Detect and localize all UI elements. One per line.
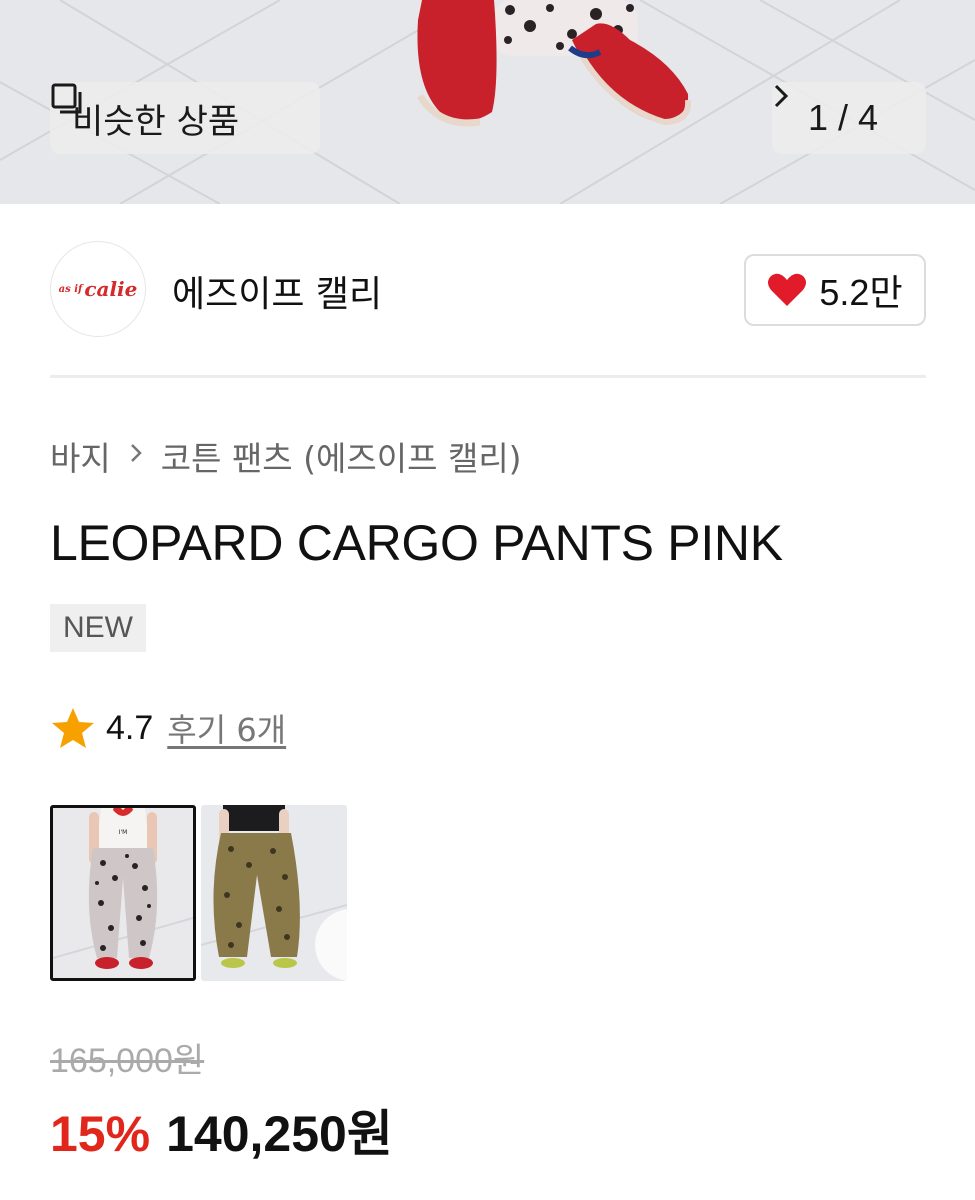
divider <box>50 375 926 378</box>
product-title: LEOPARD CARGO PANTS PINK <box>50 515 783 571</box>
brand-row: as if calie 에즈이프 캘리 5.2만 <box>50 241 926 337</box>
similar-products-button[interactable]: 비슷한 상품 <box>50 82 320 154</box>
chevron-right-icon <box>129 441 143 472</box>
reviews-link[interactable]: 후기 6개 <box>167 705 286 751</box>
product-image-hero[interactable]: 비슷한 상품 1 / 4 <box>0 0 975 204</box>
brand-logo-text: calie <box>84 277 138 301</box>
price-row: 15% 140,250원 <box>50 1094 393 1166</box>
breadcrumb-item-subcategory[interactable]: 코튼 팬츠 (에즈이프 캘리) <box>161 432 522 480</box>
sale-price: 140,250원 <box>166 1106 393 1162</box>
thumbnail-image <box>201 805 347 981</box>
rating-row: 4.7 후기 6개 <box>50 702 286 754</box>
thumbnail-image: I'M <box>53 808 193 978</box>
breadcrumb: 바지 코튼 팬츠 (에즈이프 캘리) <box>50 432 522 480</box>
star-icon <box>52 708 94 748</box>
heart-icon <box>768 273 807 306</box>
image-pager-button[interactable]: 1 / 4 <box>772 82 926 154</box>
brand-name[interactable]: 에즈이프 캘리 <box>172 265 382 317</box>
thumbnail-2[interactable] <box>201 805 347 981</box>
similar-products-label: 비슷한 상품 <box>72 101 240 142</box>
discount-rate: 15% <box>50 1106 151 1162</box>
breadcrumb-item-category[interactable]: 바지 <box>50 432 111 480</box>
original-price: 165,000원 <box>50 1042 205 1080</box>
like-count: 5.2만 <box>819 272 903 313</box>
similar-products-icon <box>51 83 82 114</box>
thumbnail-1[interactable]: I'M <box>50 805 196 981</box>
svg-text:I'M: I'M <box>119 829 128 836</box>
rating-score: 4.7 <box>106 708 154 747</box>
brand-logo[interactable]: as if calie <box>50 241 146 337</box>
brand-logo-small-text: as if <box>58 283 83 295</box>
image-pager-count: 1 / 4 <box>807 97 879 138</box>
like-button[interactable]: 5.2만 <box>744 254 926 326</box>
new-badge: NEW <box>50 604 146 652</box>
